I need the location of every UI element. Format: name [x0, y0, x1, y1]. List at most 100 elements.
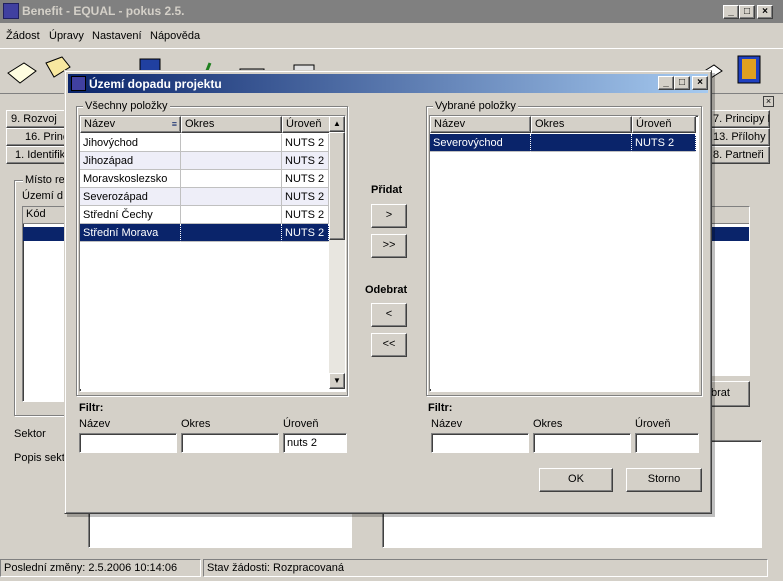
tab-rozvoj[interactable]: 9. Rozvoj — [6, 110, 68, 128]
background-group-label: Místo re — [23, 174, 67, 187]
cell-nazev: Střední Morava — [80, 224, 181, 242]
maximize-icon[interactable]: □ — [739, 5, 755, 19]
menu-bar: Žádost Úpravy Nastavení Nápověda — [0, 27, 783, 47]
main-window-title: Benefit - EQUAL - pokus 2.5. — [22, 4, 185, 18]
tab-identifik[interactable]: 1. Identifik — [6, 146, 68, 164]
filter-right-nazev-input[interactable] — [431, 433, 529, 453]
odebrat-label: Odebrat — [365, 284, 408, 296]
dialog-title: Území dopadu projektu — [89, 77, 222, 91]
minimize-icon[interactable]: _ — [723, 5, 739, 19]
status-last-change: Poslední změny: 2.5.2006 10:14:06 — [0, 559, 201, 577]
menu-nastaveni[interactable]: Nastavení — [92, 30, 142, 42]
form-close-icon[interactable]: × — [763, 96, 774, 107]
dialog-app-icon — [71, 76, 86, 91]
sel-col-uroven-header[interactable]: Úroveň — [632, 116, 696, 133]
tab-princ[interactable]: 16. Princ — [6, 128, 68, 146]
tab-partneri[interactable]: 8. Partneři — [708, 146, 770, 164]
cell-uroven: NUTS 2 — [282, 224, 329, 242]
filter-left-uroven-input[interactable]: nuts 2 — [283, 433, 347, 453]
background-right-grid — [708, 206, 750, 376]
remove-all-button[interactable]: << — [371, 333, 407, 357]
cell-nazev: Moravskoslezsko — [80, 170, 181, 188]
cell-okres — [181, 152, 282, 170]
cell-nazev: Jihozápad — [80, 152, 181, 170]
cell-okres — [181, 224, 282, 242]
storno-button[interactable]: Storno — [626, 468, 702, 492]
popis-sektoru-label: Popis sekt — [14, 452, 65, 464]
new-document-icon[interactable] — [6, 55, 38, 87]
cell-okres — [181, 206, 282, 224]
col-okres-header[interactable]: Okres — [181, 116, 282, 133]
kod-header: Kód — [23, 207, 69, 224]
col-uroven-header[interactable]: Úroveň — [282, 116, 332, 133]
add-all-button[interactable]: >> — [371, 234, 407, 258]
filter-left-okres-input[interactable] — [181, 433, 279, 453]
remove-one-button[interactable]: < — [371, 303, 407, 327]
filter-left-uroven-label: Úroveň — [283, 418, 319, 430]
filter-left-nazev-label: Název — [79, 418, 111, 430]
tab-prilohy[interactable]: 13. Přílohy — [708, 128, 770, 146]
tab-principy[interactable]: 7. Principy I — [708, 110, 770, 128]
dialog-title-bar[interactable]: Území dopadu projektu _ □ × — [68, 74, 708, 93]
all-items-header: Název ≡ Okres Úroveň — [80, 116, 332, 133]
all-items-label: Všechny položky — [83, 100, 170, 113]
cell-nazev: Střední Čechy — [80, 206, 181, 224]
col-nazev-header[interactable]: Název ≡ — [80, 116, 181, 133]
cell-okres — [181, 134, 282, 152]
scroll-up-icon[interactable]: ▲ — [329, 116, 345, 132]
uzemi-dialog: Území dopadu projektu _ □ × Všechny polo… — [64, 70, 712, 514]
dialog-minimize-icon[interactable]: _ — [658, 76, 674, 90]
filter-right-label: Filtr: — [428, 402, 453, 414]
odebrat-background-button[interactable]: brat — [708, 381, 750, 407]
cell-uroven: NUTS 2 — [282, 188, 329, 206]
cell-uroven: NUTS 2 — [282, 170, 329, 188]
menu-napoveda[interactable]: Nápověda — [150, 30, 200, 42]
dialog-maximize-icon[interactable]: □ — [674, 76, 690, 90]
status-state: Stav žádosti: Rozpracovaná — [203, 559, 768, 577]
uzemi-label: Území d — [22, 190, 63, 202]
background-textarea-left[interactable] — [88, 510, 352, 548]
sektor-label: Sektor — [14, 428, 46, 440]
menu-upravy[interactable]: Úpravy — [49, 30, 84, 42]
add-one-button[interactable]: > — [371, 204, 407, 228]
filter-left-nazev-input[interactable] — [79, 433, 177, 453]
cell-uroven: NUTS 2 — [282, 152, 329, 170]
close-icon[interactable]: × — [757, 5, 773, 19]
filter-right-uroven-label: Úroveň — [635, 418, 671, 430]
selected-items-grid: Název Okres Úroveň Severovýchod NUTS 2 — [429, 115, 699, 392]
pridat-label: Přidat — [371, 184, 403, 196]
all-items-scrollbar[interactable]: ▲ ▼ — [329, 116, 345, 389]
ok-button[interactable]: OK — [539, 468, 613, 492]
background-grid: Kód — [22, 206, 70, 402]
sel-col-nazev-header[interactable]: Název — [430, 116, 531, 133]
background-right-selected-row — [709, 227, 749, 241]
main-title-bar[interactable]: Benefit - EQUAL - pokus 2.5. _ □ × — [0, 0, 783, 23]
sel-col-okres-header[interactable]: Okres — [531, 116, 632, 133]
cell-okres — [531, 134, 632, 152]
selected-items-header: Název Okres Úroveň — [430, 116, 696, 133]
cell-okres — [181, 188, 282, 206]
help-book-icon[interactable] — [734, 53, 766, 85]
menu-zadost[interactable]: Žádost — [6, 30, 40, 42]
sort-icon: ≡ — [171, 119, 177, 129]
scroll-down-icon[interactable]: ▼ — [329, 373, 345, 389]
cell-nazev: Severozápad — [80, 188, 181, 206]
dialog-close-icon[interactable]: × — [692, 76, 708, 90]
filter-left-okres-label: Okres — [181, 418, 211, 430]
filter-right-nazev-label: Název — [431, 418, 463, 430]
selected-items-label: Vybrané položky — [433, 100, 518, 113]
filter-right-uroven-input[interactable] — [635, 433, 699, 453]
all-items-grid: Název ≡ Okres Úroveň Jihovýchod NUTS 2 Jih… — [79, 115, 346, 392]
app-icon — [3, 3, 19, 19]
background-selected-row — [23, 227, 69, 241]
status-bar: Poslední změny: 2.5.2006 10:14:06 Stav ž… — [0, 557, 783, 579]
cell-uroven: NUTS 2 — [632, 134, 696, 152]
filter-left-label: Filtr: — [79, 402, 104, 414]
cell-uroven: NUTS 2 — [282, 206, 329, 224]
filter-right-okres-label: Okres — [533, 418, 563, 430]
filter-right-okres-input[interactable] — [533, 433, 631, 453]
cell-nazev: Jihovýchod — [80, 134, 181, 152]
cell-uroven: NUTS 2 — [282, 134, 329, 152]
cell-okres — [181, 170, 282, 188]
scroll-thumb[interactable] — [329, 132, 345, 240]
